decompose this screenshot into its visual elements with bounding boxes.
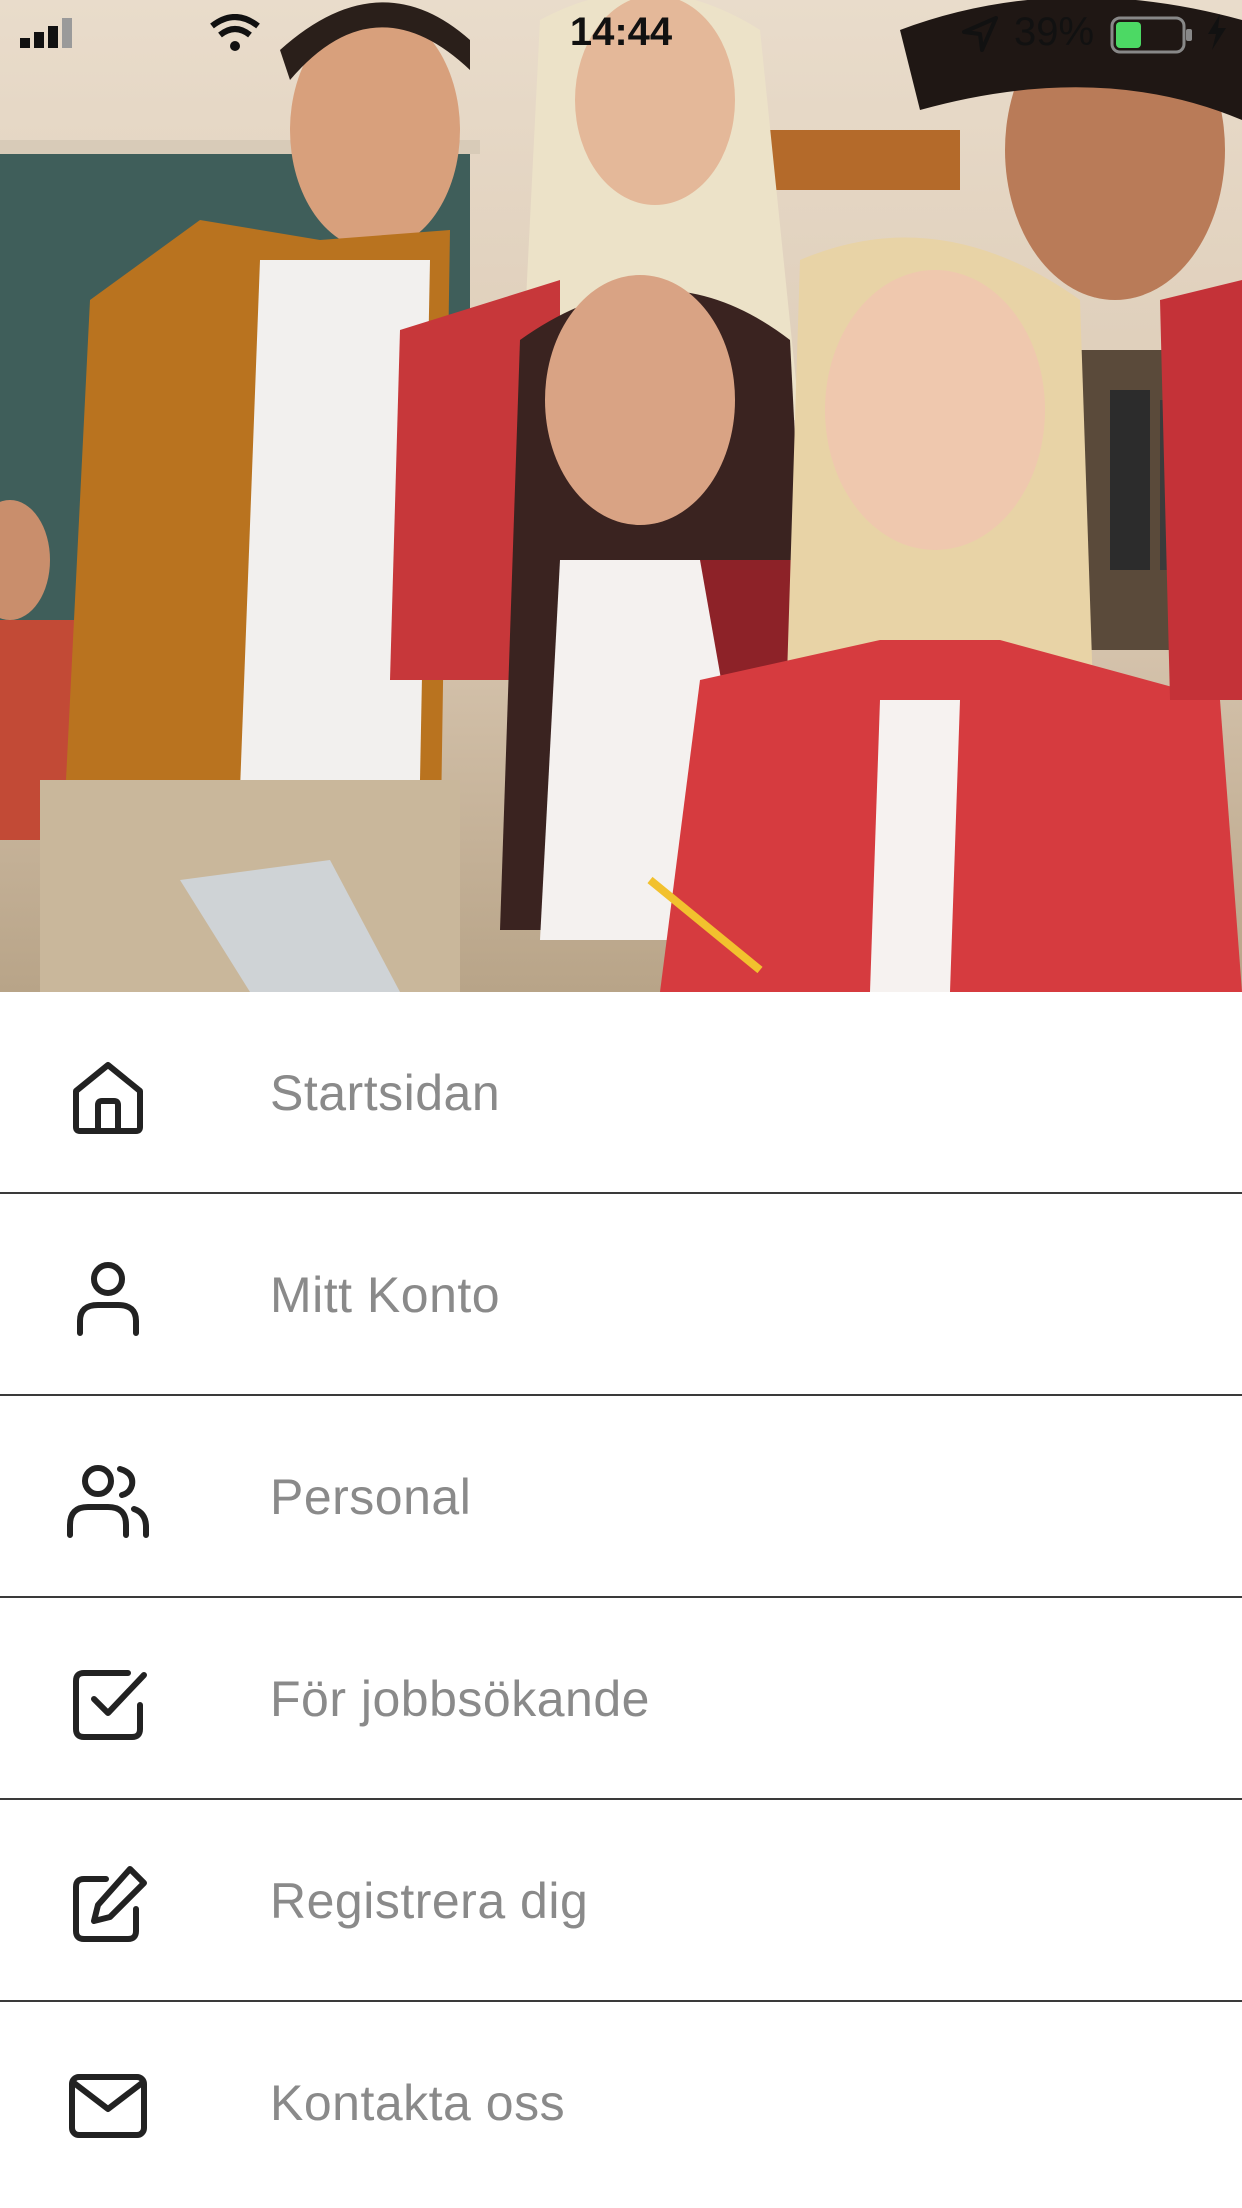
checkbox-icon <box>73 1670 147 1740</box>
students-group-photo <box>0 0 1242 992</box>
home-icon <box>73 1062 143 1134</box>
charging-bolt-icon <box>1208 14 1226 50</box>
mail-icon <box>69 2074 147 2138</box>
menu-item-startsidan[interactable]: Startsidan <box>0 992 1242 1194</box>
hero-photo <box>0 0 1242 992</box>
menu-item-label: Registrera dig <box>270 1873 589 1929</box>
menu-item-label: Kontakta oss <box>270 2075 566 2131</box>
menu-item-kontakta-oss[interactable]: Kontakta oss <box>0 2002 1242 2204</box>
menu-item-label: Personal <box>270 1469 472 1525</box>
battery-icon <box>1110 16 1192 54</box>
menu-item-mitt-konto[interactable]: Mitt Konto <box>0 1194 1242 1396</box>
menu-item-personal[interactable]: Personal <box>0 1396 1242 1598</box>
location-arrow-icon <box>962 16 998 52</box>
battery-percent: 39% <box>1014 10 1095 54</box>
users-icon <box>67 1465 149 1538</box>
navigation-menu: Startsidan Mitt Konto Personal För jobbs… <box>0 992 1242 2204</box>
user-icon <box>77 1262 139 1336</box>
edit-icon <box>73 1866 147 1942</box>
status-bar: 14:44 39% <box>0 0 1242 66</box>
menu-item-registrera-dig[interactable]: Registrera dig <box>0 1800 1242 2002</box>
menu-item-label: För jobbsökande <box>270 1671 650 1727</box>
menu-item-for-jobbsokande[interactable]: För jobbsökande <box>0 1598 1242 1800</box>
menu-item-label: Mitt Konto <box>270 1267 501 1323</box>
menu-item-label: Startsidan <box>270 1065 501 1121</box>
